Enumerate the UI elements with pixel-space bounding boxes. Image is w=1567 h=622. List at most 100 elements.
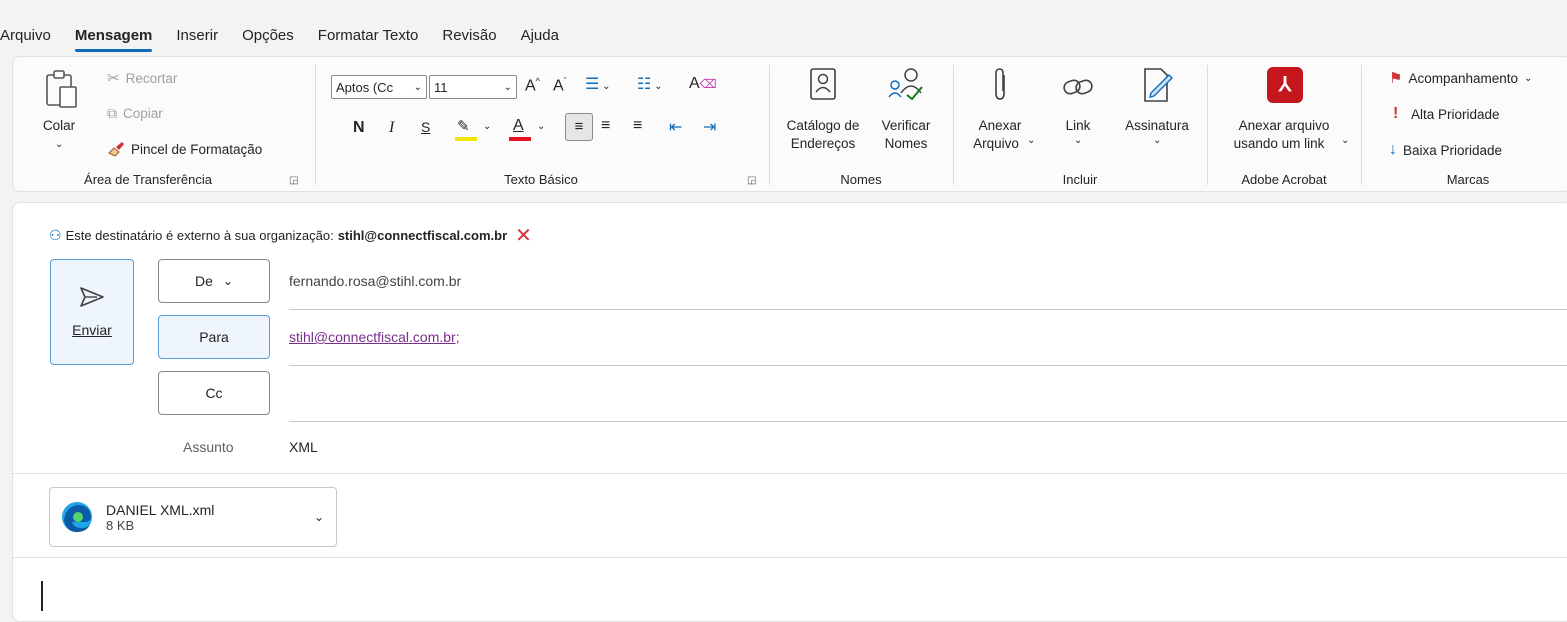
signature-icon xyxy=(1144,68,1173,102)
tab-formatar-texto[interactable]: Formatar Texto xyxy=(306,27,431,44)
divider xyxy=(1361,65,1362,185)
italic-button[interactable]: I xyxy=(389,119,394,137)
format-painter-button[interactable]: Pincel de Formatação xyxy=(107,141,262,157)
include-group: Anexar Arquivo ⌄ Link ⌄ Assinatura ⌄ Inc… xyxy=(955,57,1205,193)
low-priority-label: Baixa Prioridade xyxy=(1403,142,1503,158)
align-center-icon[interactable]: ≡ xyxy=(601,117,610,135)
align-left-button[interactable]: ≡ xyxy=(565,113,593,141)
from-button[interactable]: De ⌄ xyxy=(158,259,270,303)
attach-link-label-2: usando um link xyxy=(1233,136,1325,151)
bullets-icon[interactable]: ☰ ⌄ xyxy=(585,74,611,94)
tab-inserir[interactable]: Inserir xyxy=(164,27,230,44)
adobe-group-label: Adobe Acrobat xyxy=(1241,172,1327,187)
shrink-font-icon[interactable]: Aˇ xyxy=(553,76,567,95)
exclamation-icon: ! xyxy=(1393,105,1399,122)
check-names-label-2: Nomes xyxy=(884,136,928,151)
attach-link-button[interactable]: ⅄ Anexar arquivo usando um link ⌄ xyxy=(1215,65,1353,165)
cc-button[interactable]: Cc xyxy=(158,371,270,415)
underline-button[interactable]: S xyxy=(421,119,430,135)
attachment-size: 8 KB xyxy=(106,517,135,533)
divider xyxy=(953,65,954,185)
address-book-button[interactable]: Catálogo de Endereços xyxy=(777,65,869,165)
check-names-button[interactable]: Verificar Nomes xyxy=(871,65,941,165)
highlight-button[interactable]: ✎ ⌄ xyxy=(453,117,495,143)
dialog-launcher-icon[interactable]: ◲ xyxy=(289,175,298,186)
subject-field[interactable]: XML xyxy=(289,439,318,455)
font-size-select[interactable]: 11 ⌄ xyxy=(429,75,517,99)
copy-label: Copiar xyxy=(123,106,163,121)
copy-button[interactable]: ⧉ Copiar xyxy=(107,105,163,122)
address-book-label-1: Catálogo de xyxy=(786,118,860,133)
basic-text-group: Aptos (Cc ⌄ 11 ⌄ A^ Aˇ ☰ ⌄ ☷ ⌄ A⌫ N I S … xyxy=(317,57,765,193)
grow-font-icon[interactable]: A^ xyxy=(525,76,540,95)
cut-button[interactable]: ✂ Recortar xyxy=(107,69,177,87)
highlighter-icon: ✎ xyxy=(457,118,470,135)
menu-bar: Arquivo Mensagem Inserir Opções Formatar… xyxy=(0,18,571,52)
attach-file-button[interactable]: Anexar Arquivo ⌄ xyxy=(965,65,1035,165)
scissors-icon: ✂ xyxy=(107,70,120,87)
divider xyxy=(1207,65,1208,185)
close-icon[interactable]: ✕ xyxy=(515,223,532,248)
divider xyxy=(289,365,1567,366)
chevron-down-icon: ⌄ xyxy=(413,81,422,93)
cc-field[interactable] xyxy=(289,371,1567,415)
paste-button[interactable]: Colar ⌄ xyxy=(41,67,81,163)
signature-button[interactable]: Assinatura ⌄ xyxy=(1115,65,1199,165)
tab-arquivo[interactable]: Arquivo xyxy=(0,27,63,44)
check-names-label-1: Verificar xyxy=(881,118,931,133)
tab-revisao[interactable]: Revisão xyxy=(430,27,508,44)
to-field[interactable]: stihl@connectfiscal.com.br; xyxy=(289,329,460,345)
compose-pane: ⚇ Este destinatário é externo à sua orga… xyxy=(12,202,1567,622)
notice-text: Este destinatário é externo à sua organi… xyxy=(65,228,334,243)
dialog-launcher-icon[interactable]: ◲ xyxy=(747,175,756,186)
clipboard-group: Colar ⌄ ✂ Recortar ⧉ Copiar Pincel de Fo… xyxy=(13,57,313,193)
attachment-info: DANIEL XML.xml 8 KB xyxy=(106,502,214,533)
link-icon xyxy=(1063,79,1093,95)
check-names-icon xyxy=(888,68,923,101)
increase-indent-icon[interactable]: ⇥ xyxy=(703,117,716,137)
from-value: fernando.rosa@stihl.com.br xyxy=(289,273,462,289)
high-priority-button[interactable]: ! Alta Prioridade xyxy=(1393,105,1500,123)
ribbon: Colar ⌄ ✂ Recortar ⧉ Copiar Pincel de Fo… xyxy=(12,56,1567,192)
high-priority-label: Alta Prioridade xyxy=(1411,106,1500,122)
send-button[interactable]: Enviar xyxy=(50,259,134,365)
people-icon: ⚇ xyxy=(49,227,62,243)
bold-button[interactable]: N xyxy=(353,119,365,137)
clipboard-group-label: Área de Transferência xyxy=(84,172,212,187)
clear-formatting-icon[interactable]: A⌫ xyxy=(689,75,717,93)
attach-file-label-1: Anexar xyxy=(978,118,1022,133)
font-color-glyph: A xyxy=(513,117,524,134)
attach-file-label-2: Arquivo xyxy=(973,136,1019,151)
to-button[interactable]: Para xyxy=(158,315,270,359)
font-size-value: 11 xyxy=(434,79,448,95)
attachment-card[interactable]: DANIEL XML.xml 8 KB ⌄ xyxy=(49,487,337,547)
font-name-select[interactable]: Aptos (Cc ⌄ xyxy=(331,75,427,99)
cc-label: Cc xyxy=(205,385,223,401)
numbering-icon[interactable]: ☷ ⌄ xyxy=(637,74,663,94)
follow-up-label: Acompanhamento xyxy=(1408,70,1519,86)
chevron-down-icon[interactable]: ⌄ xyxy=(314,510,324,524)
copy-icon: ⧉ xyxy=(107,105,117,121)
tab-mensagem[interactable]: Mensagem xyxy=(63,27,165,52)
tab-ajuda[interactable]: Ajuda xyxy=(509,27,571,44)
divider xyxy=(769,65,770,185)
paintbrush-icon xyxy=(108,142,124,157)
decrease-indent-icon[interactable]: ⇤ xyxy=(669,117,682,137)
paste-label: Colar xyxy=(42,118,76,133)
tags-group-label: Marcas xyxy=(1446,172,1490,187)
tab-opcoes[interactable]: Opções xyxy=(230,27,306,44)
clipboard-icon xyxy=(46,70,77,108)
follow-up-button[interactable]: ⚑ Acompanhamento ⌄ xyxy=(1389,69,1532,87)
font-color-button[interactable]: A ⌄ xyxy=(507,117,549,143)
message-body[interactable] xyxy=(13,559,1567,619)
low-priority-button[interactable]: ↓ Baixa Prioridade xyxy=(1389,141,1502,159)
cut-label: Recortar xyxy=(125,70,178,86)
notice-address: stihl@connectfiscal.com.br xyxy=(337,228,508,243)
arrow-down-icon: ↓ xyxy=(1389,141,1397,158)
adobe-acrobat-icon: ⅄ xyxy=(1267,67,1303,103)
names-group-label: Nomes xyxy=(840,172,882,187)
external-recipient-notice: ⚇ Este destinatário é externo à sua orga… xyxy=(49,223,532,248)
align-right-icon[interactable]: ≡ xyxy=(633,117,642,135)
attach-link-label-1: Anexar arquivo xyxy=(1238,118,1330,133)
link-button[interactable]: Link ⌄ xyxy=(1053,65,1103,165)
